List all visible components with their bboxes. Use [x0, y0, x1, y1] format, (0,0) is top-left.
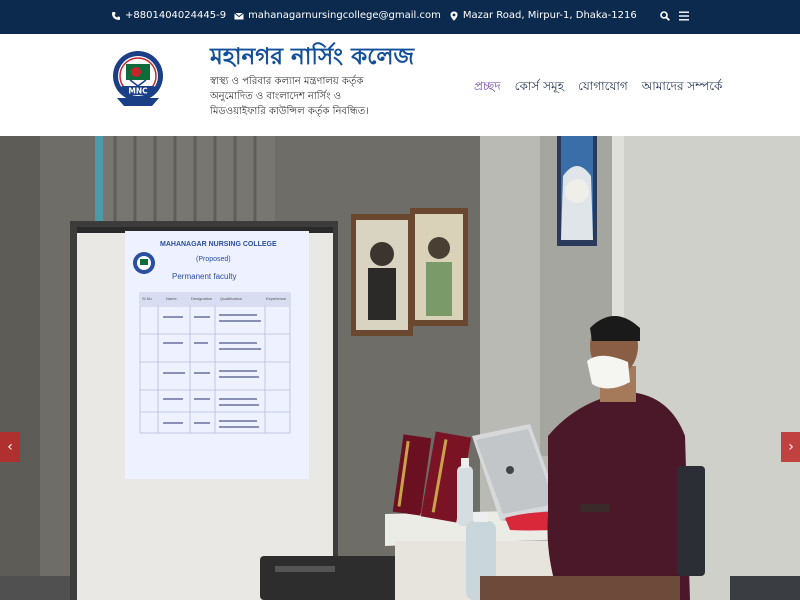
nav-item-home[interactable]: প্রচ্ছদ	[474, 78, 501, 98]
email-item[interactable]: mahanagarnursingcollege@gmail.com	[234, 10, 441, 21]
site-header: MNC মহানগর নার্সিং কলেজ স্বাস্থ্য ও পরিব…	[0, 34, 800, 136]
contact-info: +8801404024445-9 mahanagarnursingcollege…	[111, 10, 645, 21]
phone-number: +8801404024445-9	[125, 10, 227, 21]
college-title[interactable]: মহানগর নার্সিং কলেজ	[210, 42, 414, 72]
nav-item-about[interactable]: আমাদের সম্পর্কে	[642, 78, 723, 98]
slide-col-slno: Sl No	[142, 296, 152, 301]
slide-col-experience: Experience	[266, 296, 287, 301]
slider-next-button[interactable]: ›	[781, 432, 800, 462]
map-marker-icon	[450, 11, 458, 21]
slide-col-designation: Designation	[191, 296, 213, 301]
search-icon[interactable]	[660, 11, 670, 21]
nav-item-courses[interactable]: কোর্স সমূহ	[515, 78, 564, 98]
nav-item-contact[interactable]: যোগাযোগ	[578, 78, 628, 98]
college-logo[interactable]: MNC	[112, 46, 164, 124]
hero-slider: MAHANAGAR NURSING COLLEGE (Proposed) Per…	[0, 136, 800, 600]
address-item: Mazar Road, Mirpur-1, Dhaka-1216	[449, 10, 637, 21]
email-address: mahanagarnursingcollege@gmail.com	[248, 10, 441, 21]
menu-icon[interactable]	[678, 10, 690, 22]
top-bar: +8801404024445-9 mahanagarnursingcollege…	[0, 0, 800, 34]
college-subtitle: স্বাস্থ্য ও পরিবার কল্যান মন্ত্রণালয় কর…	[210, 76, 369, 117]
brand: মহানগর নার্সিং কলেজ স্বাস্থ্য ও পরিবার ক…	[210, 42, 414, 119]
slide-col-qualification: Qualification	[220, 296, 243, 301]
slider-prev-button[interactable]: ‹	[0, 432, 20, 462]
phone-item[interactable]: +8801404024445-9	[111, 10, 226, 21]
slide-col-name: Name	[166, 296, 177, 301]
topbar-tools	[660, 10, 690, 22]
address-text: Mazar Road, Mirpur-1, Dhaka-1216	[462, 10, 637, 21]
main-nav: প্রচ্ছদ কোর্স সমূহ যোগাযোগ আমাদের সম্পর্…	[474, 78, 722, 98]
slide-college-name: MAHANAGAR NURSING COLLEGE	[160, 241, 277, 248]
slide-heading: Permanent faculty	[172, 272, 237, 281]
logo-text: MNC	[128, 87, 148, 96]
slide-photo	[0, 136, 800, 600]
envelope-icon	[234, 12, 244, 19]
phone-icon	[112, 11, 120, 20]
slide-proposed: (Proposed)	[196, 256, 231, 263]
